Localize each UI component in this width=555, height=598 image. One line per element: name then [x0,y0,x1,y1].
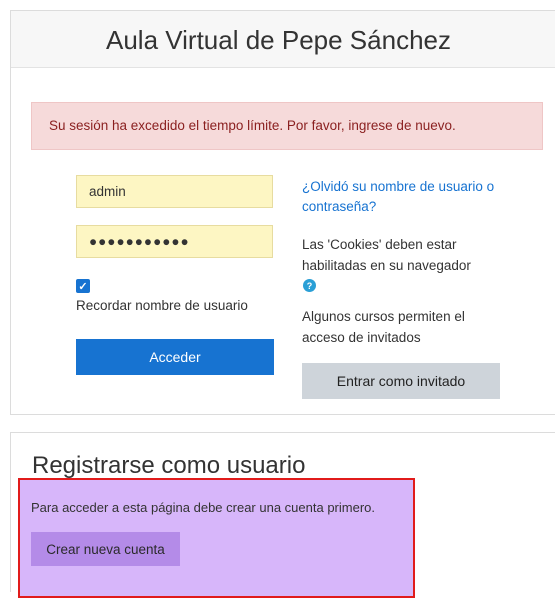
guest-access-notice: Algunos cursos permiten el acceso de inv… [302,309,465,345]
login-button[interactable]: Acceder [76,339,274,375]
login-card: Aula Virtual de Pepe Sánchez Su sesión h… [10,10,555,415]
create-account-button[interactable]: Crear nueva cuenta [31,532,180,566]
guest-login-button[interactable]: Entrar como invitado [302,363,500,399]
remember-username-checkbox[interactable]: ✓ [76,279,90,293]
login-header: Aula Virtual de Pepe Sánchez [11,11,555,68]
checkmark-icon: ✓ [78,280,88,293]
password-input[interactable]: ●●●●●●●●●●● [76,225,273,258]
help-icon[interactable]: ? [303,279,316,292]
remember-username-label: Recordar nombre de usuario [76,298,248,313]
signup-title: Registrarse como usuario [32,452,306,479]
signup-instructions: Para acceder a esta página debe crear un… [31,500,375,515]
signup-card: Registrarse como usuario Para acceder a … [10,432,555,598]
session-expired-alert: Su sesión ha excedido el tiempo límite. … [31,102,543,150]
cookies-notice: Las 'Cookies' deben estar habilitadas en… [302,237,471,273]
forgot-credentials-link[interactable]: ¿Olvidó su nombre de usuario o contraseñ… [302,177,512,217]
username-input[interactable]: admin [76,175,273,208]
site-title: Aula Virtual de Pepe Sánchez [106,25,451,55]
